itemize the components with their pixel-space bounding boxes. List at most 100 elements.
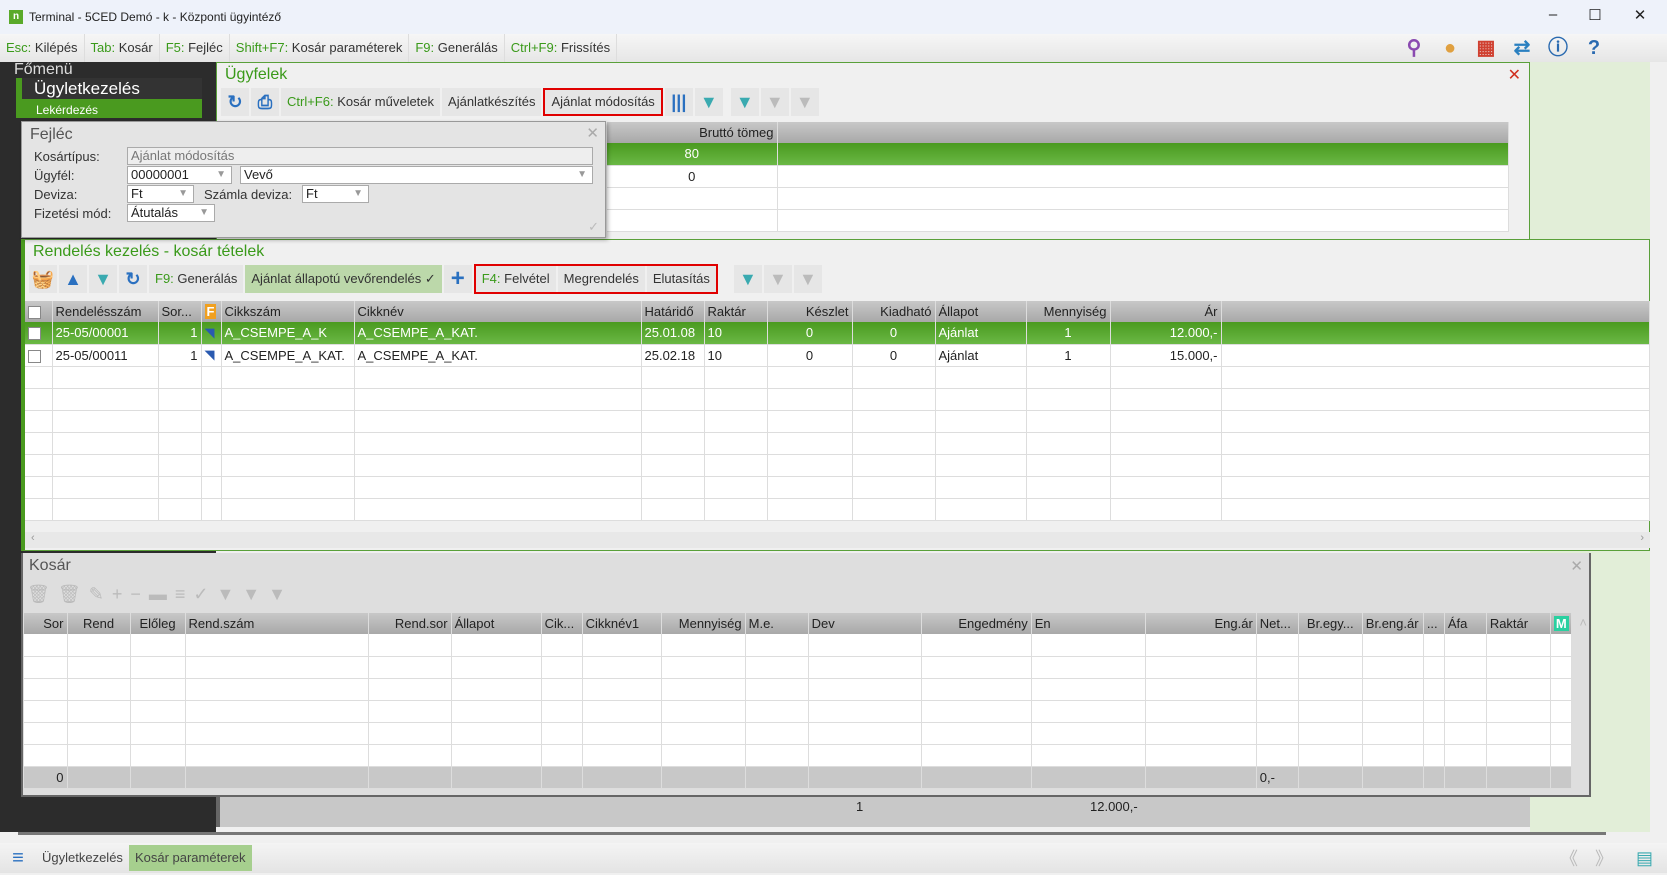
filter-edit-icon[interactable]: ▼ [733,265,762,293]
filter-clear-icon[interactable]: ▼ [760,88,789,116]
col-item-code[interactable]: Cikkszám [221,301,355,322]
col-quantity[interactable]: Mennyiség [1026,301,1111,322]
basket-col-3[interactable]: Rend.szám [185,613,369,634]
table-row[interactable] [607,209,1509,232]
edit-icon[interactable]: ✎ [89,584,104,605]
basket-col-11[interactable]: Engedmény [921,613,1032,634]
col-available[interactable]: Kiadható [852,301,936,322]
filter-add-icon[interactable]: ▼ [793,265,822,293]
plus-icon[interactable]: + [112,584,123,605]
basket-col-17[interactable]: ... [1423,613,1445,634]
shortcut-basket[interactable]: Tab: Kosár [85,34,160,62]
basket-col-15[interactable]: Br.egy... [1298,613,1363,634]
basket-col-12[interactable]: En [1031,613,1146,634]
basket-col-1[interactable]: Rend [67,613,131,634]
payment-method-select[interactable]: Átutalás ▼ [127,204,215,222]
check-icon[interactable]: ✓ [588,219,599,235]
filter-edit-icon[interactable]: ▼ [730,88,759,116]
sidebar-item-lekerdezes[interactable]: Lekérdezés [16,103,202,118]
shortcut-exit[interactable]: Esc: Kilépés [0,34,85,62]
offer-status-order-toggle[interactable]: Ajánlat állapotú vevőrendelés ✓ [245,265,442,293]
col-deadline[interactable]: Határidő [641,301,705,322]
refresh-icon[interactable]: ↻ [221,88,249,116]
scrollbar-track[interactable] [18,832,1606,835]
invoice-currency-select[interactable]: Ft ▼ [302,185,369,203]
basket-icon[interactable]: 🧺 [29,265,57,293]
row-checkbox[interactable] [25,344,53,367]
col-line[interactable]: Sor... [158,301,202,322]
table-row[interactable] [607,187,1509,210]
currency-select[interactable]: Ft ▼ [127,185,194,203]
header-dialog-close-button[interactable]: ✕ [586,124,599,142]
basket-col-13[interactable]: Eng.ár [1145,613,1257,634]
horizontal-scrollbar[interactable]: ‹ › [25,532,1650,548]
basket-col-5[interactable]: Állapot [451,613,542,634]
order-button[interactable]: Megrendelés [557,266,645,292]
minimize-button[interactable]: ‒ [1538,6,1568,23]
filter-edit-icon[interactable]: ▼ [216,584,234,605]
search-icon[interactable]: ⚲ [1401,36,1427,60]
tiles-icon[interactable]: ▦ [1473,36,1499,60]
offer-create-button[interactable]: Ajánlatkészítés [442,88,542,116]
basket-operations-button[interactable]: Ctrl+F6: Kosár műveletek [281,88,441,116]
refresh-icon[interactable]: ↻ [119,265,147,293]
reject-button[interactable]: Elutasítás [646,266,716,292]
generate-button[interactable]: F9: Generálás [149,265,244,293]
basket-col-10[interactable]: Dev [808,613,922,634]
filter-clear-icon[interactable]: ▼ [242,584,260,605]
basket-col-7[interactable]: Cikknév1 [582,613,662,634]
previous-button[interactable]: 《 [1560,845,1578,871]
filter-icon[interactable]: ▼ [89,265,117,293]
filter-add-icon[interactable]: ▼ [268,584,286,605]
customers-close-button[interactable]: ✕ [1508,65,1521,85]
next-button[interactable]: 》 [1595,845,1613,871]
minus-icon[interactable]: − [130,584,141,605]
add-item-button[interactable]: F4: Felvétel [475,266,556,292]
maximize-button[interactable]: ☐ [1580,6,1610,24]
scroll-up-icon[interactable]: ˄ [1579,615,1587,630]
basket-col-2[interactable]: Előleg [130,613,186,634]
layout-icon[interactable]: ▤ [1636,848,1653,869]
shortcut-generate[interactable]: F9: Generálás [409,34,505,62]
shortcut-refresh[interactable]: Ctrl+F9: Frissítés [505,34,618,62]
customer-code-select[interactable]: 00000001 ▼ [127,166,232,184]
col-status[interactable]: Állapot [935,301,1027,322]
check-icon[interactable]: ✓ [193,584,208,605]
basket-col-9[interactable]: M.e. [745,613,809,634]
table-row[interactable]: 25-05/00011 1 ◥ A_CSEMPE_A_KAT. A_CSEMPE_A_K… [25,344,1650,367]
col-order-number[interactable]: Rendelésszám [52,301,159,322]
basket-col-6[interactable]: Cik... [541,613,583,634]
offer-modify-button[interactable]: Ajánlat módosítás [545,90,661,114]
help-icon[interactable]: ? [1581,36,1607,60]
close-window-button[interactable]: ✕ [1625,6,1655,24]
col-item-name[interactable]: Cikknév [354,301,642,322]
exchange-icon[interactable]: ⇄ [1509,36,1535,60]
table-row[interactable]: 25-05/00001 1 ◥ A_CSEMPE_A_K A_CSEMPE_A_KAT.… [25,322,1650,345]
filter-clear-icon[interactable]: ▼ [763,265,792,293]
user-icon[interactable]: ● [1437,36,1463,60]
print-icon[interactable]: ⎙ [251,88,279,116]
basket-col-8[interactable]: Mennyiség [661,613,746,634]
row-checkbox[interactable] [25,322,53,345]
task-ugyletkezeles[interactable]: Ügyletkezelés [36,845,129,871]
arrow-up-icon[interactable]: ▲ [59,265,87,293]
col-stock[interactable]: Készlet [767,301,853,322]
basket-col-18[interactable]: Áfa [1444,613,1487,634]
col-gross-weight[interactable]: Bruttó tömeg [607,122,778,143]
col-flag[interactable]: F [201,301,222,322]
basket-col-19[interactable]: Raktár [1486,613,1551,634]
table-row[interactable]: 0 [607,165,1509,188]
customer-name-select[interactable]: Vevő ▼ [240,166,593,184]
basket-col-0[interactable]: Sor [24,613,68,634]
add-icon[interactable]: + [443,265,472,293]
filter-add-icon[interactable]: ▼ [790,88,819,116]
shortcut-header[interactable]: F5: Fejléc [160,34,230,62]
basket-col-4[interactable]: Rend.sor [368,613,452,634]
basket-col-16[interactable]: Br.eng.ár [1362,613,1424,634]
menu-icon[interactable]: ≡ [0,847,36,870]
list-icon[interactable]: ≡ [175,584,186,605]
select-all-checkbox[interactable] [25,301,53,322]
basket-close-button[interactable]: ✕ [1570,557,1583,575]
info-icon[interactable]: ⓘ [1545,36,1571,60]
table-row[interactable]: 80 [607,143,1509,166]
